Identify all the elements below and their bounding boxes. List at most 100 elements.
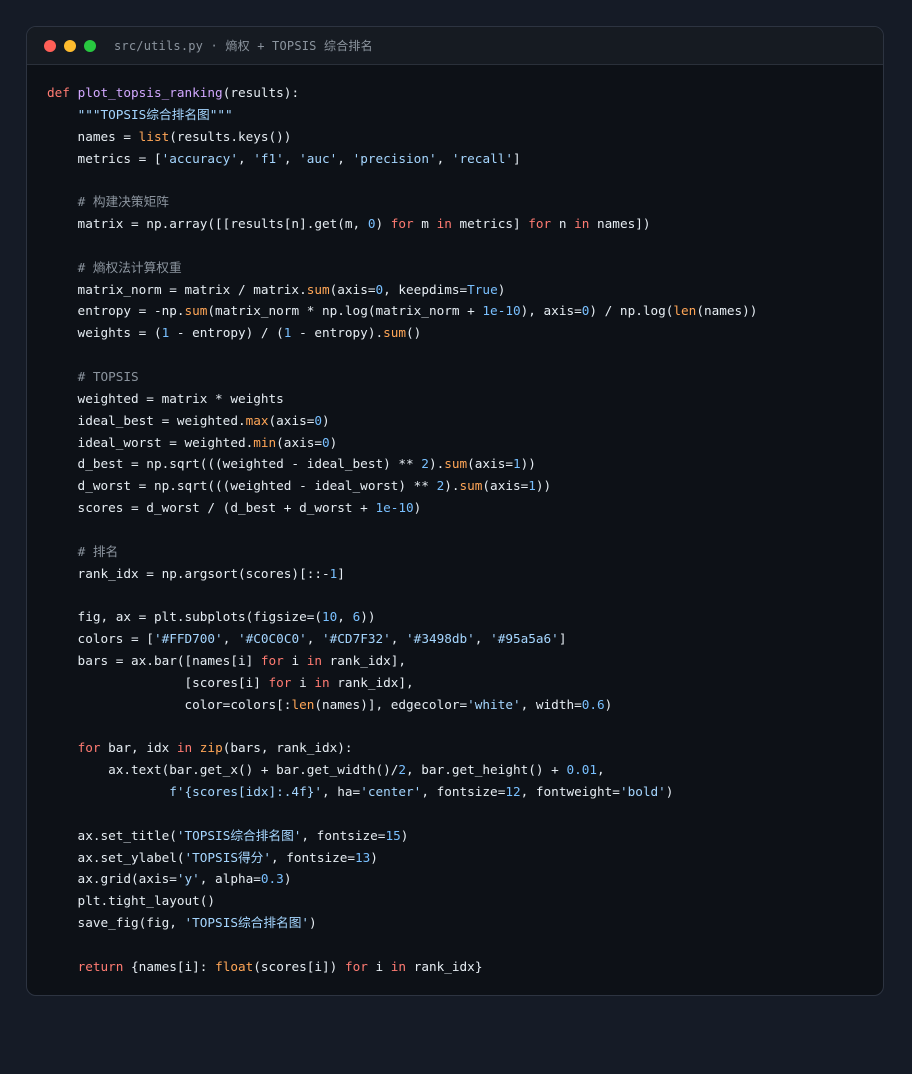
code-line: bars = ax.bar([names[i] for i in rank_id…: [47, 650, 757, 672]
code-token: (axis=: [329, 281, 376, 297]
code-token: len: [291, 696, 315, 712]
code-token: for: [390, 216, 414, 232]
close-window-button[interactable]: [44, 39, 56, 52]
window-title: src/utils.py · 熵权 + TOPSIS 综合排名: [114, 39, 373, 53]
code-token: in: [314, 674, 330, 690]
code-token: # 排名: [77, 543, 119, 559]
code-token: sum: [306, 281, 330, 297]
code-line: plt.tight_layout(): [47, 890, 757, 912]
code-token: (names)): [696, 303, 758, 319]
code-token: ax.set_ylabel(: [47, 849, 185, 865]
code-token: metrics = [: [47, 150, 162, 166]
code-token: ), axis=: [520, 303, 582, 319]
code-token: ,: [306, 631, 323, 647]
code-token: - entropy).: [291, 325, 384, 341]
code-line: metrics = ['accuracy', 'f1', 'auc', 'pre…: [47, 148, 757, 170]
code-line: ax.set_ylabel('TOPSIS得分', fontsize=13): [47, 847, 757, 869]
maximize-window-button[interactable]: [84, 39, 96, 52]
code-token: ): [400, 827, 409, 843]
code-token: ,: [474, 631, 491, 647]
code-token: ): [497, 281, 506, 297]
code-token: 'TOPSIS得分': [184, 849, 271, 865]
code-token: i: [367, 958, 391, 974]
code-token: ax.text(bar.get_x() + bar.get_width()/: [47, 762, 399, 778]
code-token: 0: [322, 434, 330, 450]
code-token: ): [604, 696, 613, 712]
code-token: , fontweight=: [520, 784, 620, 799]
code-token: f'{scores[idx]:.4f}': [169, 784, 322, 799]
code-token: names]): [589, 216, 651, 232]
code-token: , keepdims=: [383, 281, 468, 297]
code-token: 1e-10: [375, 500, 414, 516]
code-token: list: [138, 128, 170, 144]
code-token: for: [344, 958, 368, 974]
code-token: min: [253, 434, 277, 450]
code-token: , alpha=: [199, 871, 261, 887]
code-token: 'white': [467, 696, 521, 712]
code-line: def plot_topsis_ranking(results):: [47, 82, 757, 104]
code-token: , fontsize=: [421, 784, 506, 799]
code-line: fig, ax = plt.subplots(figsize=(10, 6)): [47, 606, 757, 628]
code-token: rank_idx = np.argsort(scores)[::-: [47, 565, 330, 581]
code-token: 0.6: [581, 696, 605, 712]
code-token: 'TOPSIS综合排名图': [184, 915, 310, 931]
window-titlebar: src/utils.py · 熵权 + TOPSIS 综合排名: [27, 27, 883, 65]
code-token: , bar.get_height() +: [406, 762, 567, 778]
code-token: 'auc': [299, 150, 338, 166]
code-token: True: [467, 281, 498, 297]
code-token: 12: [505, 784, 521, 799]
code-token: (bars, rank_idx):: [222, 740, 353, 756]
code-token: bars = ax.bar([names[i]: [47, 652, 261, 668]
code-token: max: [245, 412, 269, 428]
code-token: 1e-10: [482, 303, 521, 319]
code-token: for: [268, 674, 292, 690]
code-line: d_worst = np.sqrt(((weighted - ideal_wor…: [47, 475, 757, 497]
code-line: # 熵权法计算权重: [47, 257, 757, 279]
code-token: 1: [528, 478, 536, 494]
code-token: )): [360, 609, 376, 625]
code-token: # 构建决策矩阵: [77, 194, 169, 210]
code-token: matrix = np.array([[results[n].get(m,: [47, 216, 368, 232]
code-line: """TOPSIS综合排名图""": [47, 104, 757, 126]
code-token: weighted = matrix * weights: [47, 390, 284, 406]
code-token: ]: [558, 631, 567, 647]
code-token: '#FFD700': [153, 631, 223, 647]
code-line: for bar, idx in zip(bars, rank_idx):: [47, 737, 757, 759]
code-token: - entropy) / (: [169, 325, 284, 341]
code-token: sum: [444, 456, 468, 472]
code-token: , fontsize=: [301, 827, 386, 843]
code-token: plt.tight_layout(): [47, 893, 216, 909]
code-token: ,: [390, 631, 407, 647]
minimize-window-button[interactable]: [64, 39, 76, 52]
code-token: ): [329, 434, 338, 450]
code-token: color=colors[:: [47, 696, 292, 712]
code-line: matrix_norm = matrix / matrix.sum(axis=0…: [47, 279, 757, 301]
code-token: for: [260, 652, 284, 668]
code-line: save_fig(fig, 'TOPSIS综合排名图'): [47, 912, 757, 934]
code-token: (): [406, 325, 422, 341]
code-token: ,: [597, 762, 605, 778]
code-token: sum: [459, 478, 483, 494]
code-token: rank_idx],: [329, 674, 414, 690]
code-window: src/utils.py · 熵权 + TOPSIS 综合排名 def plot…: [26, 26, 884, 996]
code-editor[interactable]: def plot_topsis_ranking(results): """TOP…: [47, 82, 757, 978]
code-token: in: [574, 216, 590, 232]
code-token: """TOPSIS综合排名图""": [77, 106, 233, 122]
code-line: color=colors[:len(names)], edgecolor='wh…: [47, 694, 757, 716]
code-token: in: [306, 652, 323, 668]
code-token: (axis=: [276, 434, 323, 450]
code-token: fig, ax = plt.subplots(figsize=(: [47, 609, 322, 625]
code-token: plot_topsis_ranking: [77, 85, 223, 100]
code-token: )): [520, 456, 536, 472]
code-token: (matrix_norm * np.log(matrix_norm +: [207, 303, 483, 319]
code-token: 0.3: [260, 871, 284, 887]
code-token: ): [322, 412, 330, 428]
